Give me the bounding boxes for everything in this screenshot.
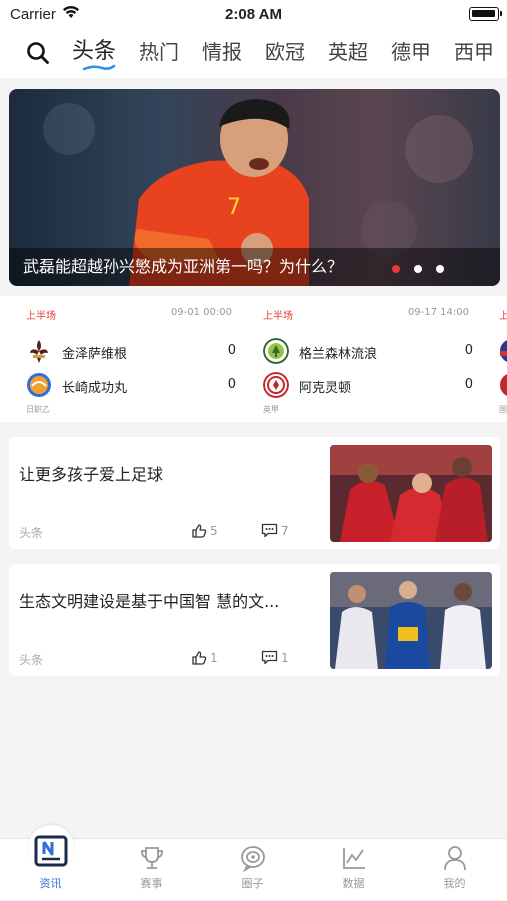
tab-label: 圈子 xyxy=(241,877,264,890)
away-team xyxy=(499,372,507,398)
match-period: 上 xyxy=(499,311,507,322)
match-scroller[interactable]: 上半场 09-01 00:00 金泽萨维根 0 长崎成功丸 0 日职乙 上半场 … xyxy=(0,296,507,422)
like-button[interactable]: 1 xyxy=(191,650,218,666)
comment-icon xyxy=(261,650,278,665)
status-bar: Carrier 2:08 AM xyxy=(0,0,507,28)
comment-count: 1 xyxy=(281,650,289,665)
top-nav: 头条 热门 情报 欧冠 英超 德甲 西甲 xyxy=(0,28,507,78)
chart-icon xyxy=(343,848,365,869)
match-card[interactable]: 上半场 09-01 00:00 金泽萨维根 0 长崎成功丸 0 日职乙 xyxy=(8,296,238,422)
comment-button[interactable]: 7 xyxy=(261,523,289,538)
tab-label: 数据 xyxy=(342,877,365,890)
news-source: 头条 xyxy=(19,653,44,667)
home-team: 金泽萨维根 0 xyxy=(26,338,236,364)
like-count: 1 xyxy=(210,651,218,665)
club-crest-icon xyxy=(27,373,51,397)
tab-events[interactable]: 赛事 xyxy=(101,839,202,901)
tab-ucl[interactable]: 欧冠 xyxy=(265,38,305,66)
comment-icon xyxy=(261,523,278,538)
tab-laliga[interactable]: 西甲 xyxy=(454,38,494,66)
team-score: 0 xyxy=(227,343,236,358)
tab-data[interactable]: 数据 xyxy=(303,839,404,901)
tab-profile[interactable]: 我的 xyxy=(404,839,505,901)
thumbs-up-icon xyxy=(192,524,207,538)
tab-label: 我的 xyxy=(443,877,466,890)
tab-bundesliga[interactable]: 德甲 xyxy=(391,38,431,66)
league-label: 英甲 xyxy=(263,405,279,414)
comment-button[interactable]: 1 xyxy=(261,650,289,665)
fleur-de-lis-crest-icon xyxy=(30,340,48,363)
away-team: 长崎成功丸 0 xyxy=(26,372,236,398)
team-name: 长崎成功丸 xyxy=(62,381,128,396)
home-team xyxy=(499,338,507,364)
tab-label: 赛事 xyxy=(140,877,163,890)
club-crest-icon xyxy=(263,372,289,398)
like-count: 5 xyxy=(210,524,218,538)
home-team: 格兰森林流浪 0 xyxy=(263,338,473,364)
news-source: 头条 xyxy=(19,526,44,540)
category-tabs: 头条 热门 情报 欧冠 英超 德甲 西甲 xyxy=(72,38,507,71)
trophy-icon xyxy=(141,847,163,869)
news-title: 生态文明建设是基于中国智 慧的文... xyxy=(19,592,280,611)
forest-crest-icon xyxy=(263,338,289,364)
search-icon[interactable] xyxy=(26,41,50,65)
away-team: 阿克灵顿 0 xyxy=(263,372,473,398)
carousel-dot[interactable] xyxy=(414,265,422,273)
bottom-tab-bar: 资讯 赛事 圈子 数据 我的 xyxy=(0,825,507,901)
match-date: 09-01 00:00 xyxy=(170,307,232,318)
match-card[interactable]: 上 国 xyxy=(481,296,507,422)
carousel-dot-active[interactable] xyxy=(392,265,400,273)
news-title: 让更多孩子爱上足球 xyxy=(19,465,164,484)
active-tab-underline xyxy=(82,64,116,71)
team-name: 格兰森林流浪 xyxy=(299,347,378,362)
tab-intel[interactable]: 情报 xyxy=(202,38,242,66)
team-name: 金泽萨维根 xyxy=(62,347,128,362)
tab-headlines[interactable]: 头条 xyxy=(72,38,117,71)
comment-count: 7 xyxy=(281,523,289,538)
news-card[interactable]: 生态文明建设是基于中国智 慧的文... 头条 1 1 xyxy=(9,564,500,676)
news-thumbnail xyxy=(330,572,492,669)
svg-text:7: 7 xyxy=(227,195,241,220)
match-date: 09-17 14:00 xyxy=(407,307,469,318)
news-icon xyxy=(34,835,68,867)
profile-icon xyxy=(444,846,466,871)
match-period: 上半场 xyxy=(263,311,293,322)
match-period: 上半场 xyxy=(26,311,56,322)
news-thumbnail xyxy=(330,445,492,542)
flag-crest-icon xyxy=(500,340,507,362)
like-button[interactable]: 5 xyxy=(191,523,218,539)
tab-label: 资讯 xyxy=(39,877,62,890)
banner-caption: 武磊能超越孙兴慜成为亚洲第一吗？为什么？ xyxy=(23,257,344,276)
news-card[interactable]: 让更多孩子爱上足球 头条 5 7 xyxy=(9,437,500,549)
banner-carousel[interactable]: 7 武磊能超越孙兴慜成为亚洲第一吗？为什么？ xyxy=(9,89,500,286)
tab-label: 头条 xyxy=(72,39,117,64)
tab-news[interactable]: 资讯 xyxy=(0,825,101,901)
league-label: 国 xyxy=(499,405,507,414)
team-score: 0 xyxy=(227,377,236,392)
thumbs-up-icon xyxy=(192,651,207,665)
battery-icon xyxy=(469,7,502,21)
tab-community[interactable]: 圈子 xyxy=(202,839,303,901)
tab-hot[interactable]: 热门 xyxy=(139,38,179,66)
flag-crest-icon xyxy=(500,374,507,396)
league-label: 日职乙 xyxy=(26,405,50,414)
circle-icon xyxy=(241,846,265,872)
carousel-dot[interactable] xyxy=(436,265,444,273)
clock: 2:08 AM xyxy=(225,6,282,23)
tab-epl[interactable]: 英超 xyxy=(328,38,368,66)
team-name: 阿克灵顿 xyxy=(299,381,352,396)
team-score: 0 xyxy=(464,377,473,392)
carousel-indicator xyxy=(392,265,444,273)
match-card[interactable]: 上半场 09-17 14:00 格兰森林流浪 0 阿克灵顿 0 英甲 xyxy=(245,296,475,422)
team-score: 0 xyxy=(464,343,473,358)
